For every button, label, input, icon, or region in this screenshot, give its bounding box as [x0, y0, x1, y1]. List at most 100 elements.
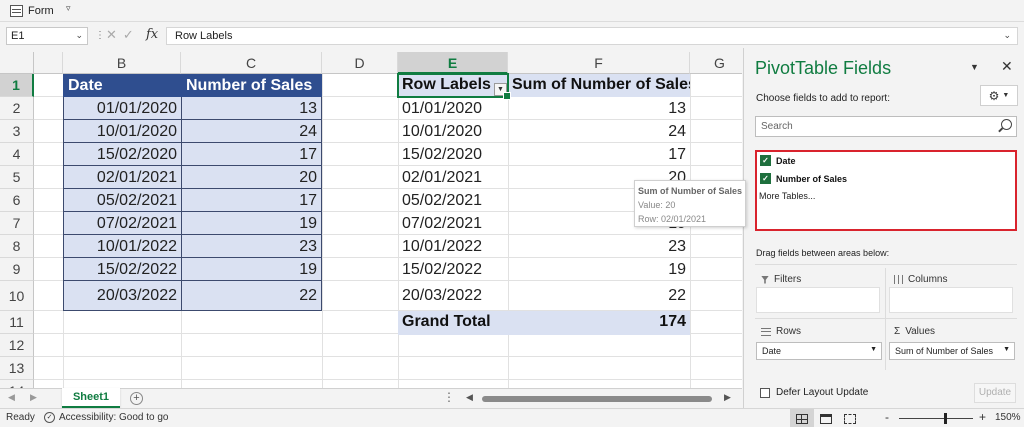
- row-header-14[interactable]: 14: [0, 380, 34, 388]
- column-header-d[interactable]: D: [322, 52, 398, 74]
- sheet-tab-sheet1[interactable]: Sheet1: [62, 388, 120, 408]
- pivot-row-label-cell[interactable]: 15/02/2020: [398, 143, 508, 166]
- close-icon[interactable]: ✕: [1001, 58, 1013, 75]
- row-header-13[interactable]: 13: [0, 357, 34, 380]
- pivot-sum-cell[interactable]: 24: [508, 120, 690, 143]
- source-sales-cell[interactable]: 19: [181, 212, 322, 235]
- source-date-cell[interactable]: 20/03/2022: [63, 281, 182, 311]
- pivot-row-label-cell[interactable]: 02/01/2021: [398, 166, 508, 189]
- horizontal-scroll-thumb[interactable]: [482, 396, 712, 402]
- source-header-date[interactable]: Date: [63, 74, 182, 97]
- source-sales-cell[interactable]: 22: [181, 281, 322, 311]
- page-layout-view-button[interactable]: [814, 409, 838, 427]
- pivot-header-sum[interactable]: Sum of Number of Sales: [508, 74, 690, 97]
- pivot-row-label-cell[interactable]: 10/01/2020: [398, 120, 508, 143]
- zoom-level[interactable]: 150%: [995, 412, 1021, 423]
- accessibility-status[interactable]: ✓ Accessibility: Good to go: [44, 412, 169, 423]
- zoom-slider[interactable]: [899, 418, 973, 419]
- scroll-right-icon[interactable]: ▶: [724, 392, 731, 403]
- more-tables-link[interactable]: More Tables...: [759, 191, 815, 201]
- pivot-row-label-cell[interactable]: 10/01/2022: [398, 235, 508, 258]
- search-icon[interactable]: [1001, 119, 1012, 130]
- name-box[interactable]: E1 ⌄: [6, 27, 88, 45]
- form-button[interactable]: Form: [10, 3, 54, 18]
- horizontal-scrollbar[interactable]: ◀ ▶: [462, 392, 738, 406]
- rows-field-chip[interactable]: Date ▼: [756, 342, 882, 360]
- checkbox-checked-icon[interactable]: ✓: [760, 155, 771, 166]
- source-sales-cell[interactable]: 17: [181, 143, 322, 166]
- chevron-down-icon[interactable]: ⌄: [75, 30, 83, 41]
- expand-formula-icon[interactable]: ⌄: [1003, 30, 1011, 41]
- pivot-grand-total-value[interactable]: 174: [508, 311, 690, 335]
- pivot-sum-cell[interactable]: 23: [508, 235, 690, 258]
- pivot-header-row-labels[interactable]: Row Labels: [398, 74, 508, 97]
- insert-function-button[interactable]: fx: [146, 27, 158, 42]
- row-header-7[interactable]: 7: [0, 212, 34, 235]
- pane-options-chevron-icon[interactable]: ▼: [970, 62, 979, 72]
- pivot-row-label-cell[interactable]: 15/02/2022: [398, 258, 508, 281]
- filters-drop-zone[interactable]: [756, 287, 880, 313]
- column-header-f[interactable]: F: [508, 52, 690, 74]
- row-header-8[interactable]: 8: [0, 235, 34, 258]
- field-date[interactable]: ✓ Date: [760, 155, 796, 166]
- update-button[interactable]: Update: [974, 383, 1016, 403]
- source-sales-cell[interactable]: 17: [181, 189, 322, 212]
- pivot-row-label-cell[interactable]: 20/03/2022: [398, 281, 508, 311]
- tools-button[interactable]: ⚙ ▼: [980, 85, 1018, 106]
- defer-layout-update[interactable]: Defer Layout Update: [760, 387, 868, 398]
- source-date-cell[interactable]: 07/02/2021: [63, 212, 182, 235]
- worksheet-grid[interactable]: BCDEFG 1234567891011121314 Date Number o…: [0, 52, 742, 388]
- source-date-cell[interactable]: 01/01/2020: [63, 97, 182, 120]
- pivot-grand-total-label[interactable]: Grand Total: [398, 311, 508, 335]
- pivot-sum-cell[interactable]: 22: [508, 281, 690, 311]
- columns-drop-zone[interactable]: [889, 287, 1013, 313]
- normal-view-button[interactable]: [790, 409, 814, 427]
- row-header-5[interactable]: 5: [0, 166, 34, 189]
- zoom-in-button[interactable]: +: [979, 410, 986, 424]
- pivot-row-label-cell[interactable]: 01/01/2020: [398, 97, 508, 120]
- source-date-cell[interactable]: 15/02/2020: [63, 143, 182, 166]
- row-header-2[interactable]: 2: [0, 97, 34, 120]
- pivot-sum-cell[interactable]: 19: [508, 258, 690, 281]
- source-sales-cell[interactable]: 23: [181, 235, 322, 258]
- scroll-left-icon[interactable]: ◀: [466, 392, 473, 403]
- row-header-12[interactable]: 12: [0, 334, 34, 357]
- zoom-slider-thumb[interactable]: [944, 413, 947, 424]
- column-header-e[interactable]: E: [398, 52, 508, 74]
- row-header-4[interactable]: 4: [0, 143, 34, 166]
- source-date-cell[interactable]: 10/01/2022: [63, 235, 182, 258]
- row-header-10[interactable]: 10: [0, 281, 34, 311]
- defer-checkbox[interactable]: [760, 387, 770, 398]
- chevron-down-icon[interactable]: ▼: [1003, 346, 1010, 353]
- column-header-c[interactable]: C: [181, 52, 322, 74]
- select-all-corner[interactable]: [0, 52, 34, 74]
- zoom-out-button[interactable]: -: [885, 410, 889, 424]
- page-break-view-button[interactable]: [838, 409, 862, 427]
- chevron-down-icon[interactable]: ▼: [870, 346, 877, 353]
- column-header-a[interactable]: [34, 52, 63, 74]
- source-sales-cell[interactable]: 24: [181, 120, 322, 143]
- source-sales-cell[interactable]: 19: [181, 258, 322, 281]
- column-header-b[interactable]: B: [63, 52, 181, 74]
- pivot-row-label-cell[interactable]: 07/02/2021: [398, 212, 508, 235]
- pivot-row-label-cell[interactable]: 05/02/2021: [398, 189, 508, 212]
- add-sheet-button[interactable]: +: [130, 392, 143, 405]
- source-sales-cell[interactable]: 20: [181, 166, 322, 189]
- row-header-11[interactable]: 11: [0, 311, 34, 334]
- source-date-cell[interactable]: 02/01/2021: [63, 166, 182, 189]
- source-date-cell[interactable]: 10/01/2020: [63, 120, 182, 143]
- source-header-sales[interactable]: Number of Sales: [181, 74, 322, 97]
- row-labels-filter-icon[interactable]: ▼: [494, 83, 507, 96]
- tab-split-handle[interactable]: ⋮: [443, 390, 455, 404]
- row-header-3[interactable]: 3: [0, 120, 34, 143]
- column-header-g[interactable]: G: [690, 52, 742, 74]
- formula-input[interactable]: Row Labels ⌄: [166, 27, 1018, 45]
- field-search-input[interactable]: Search: [755, 116, 1017, 137]
- previous-sheet-icon[interactable]: ◀: [8, 392, 15, 403]
- row-header-9[interactable]: 9: [0, 258, 34, 281]
- source-date-cell[interactable]: 15/02/2022: [63, 258, 182, 281]
- customize-toolbar-dropdown[interactable]: ▿: [66, 3, 71, 14]
- next-sheet-icon[interactable]: ▶: [30, 392, 37, 403]
- row-header-1[interactable]: 1: [0, 74, 34, 97]
- values-field-chip[interactable]: Sum of Number of Sales ▼: [889, 342, 1015, 360]
